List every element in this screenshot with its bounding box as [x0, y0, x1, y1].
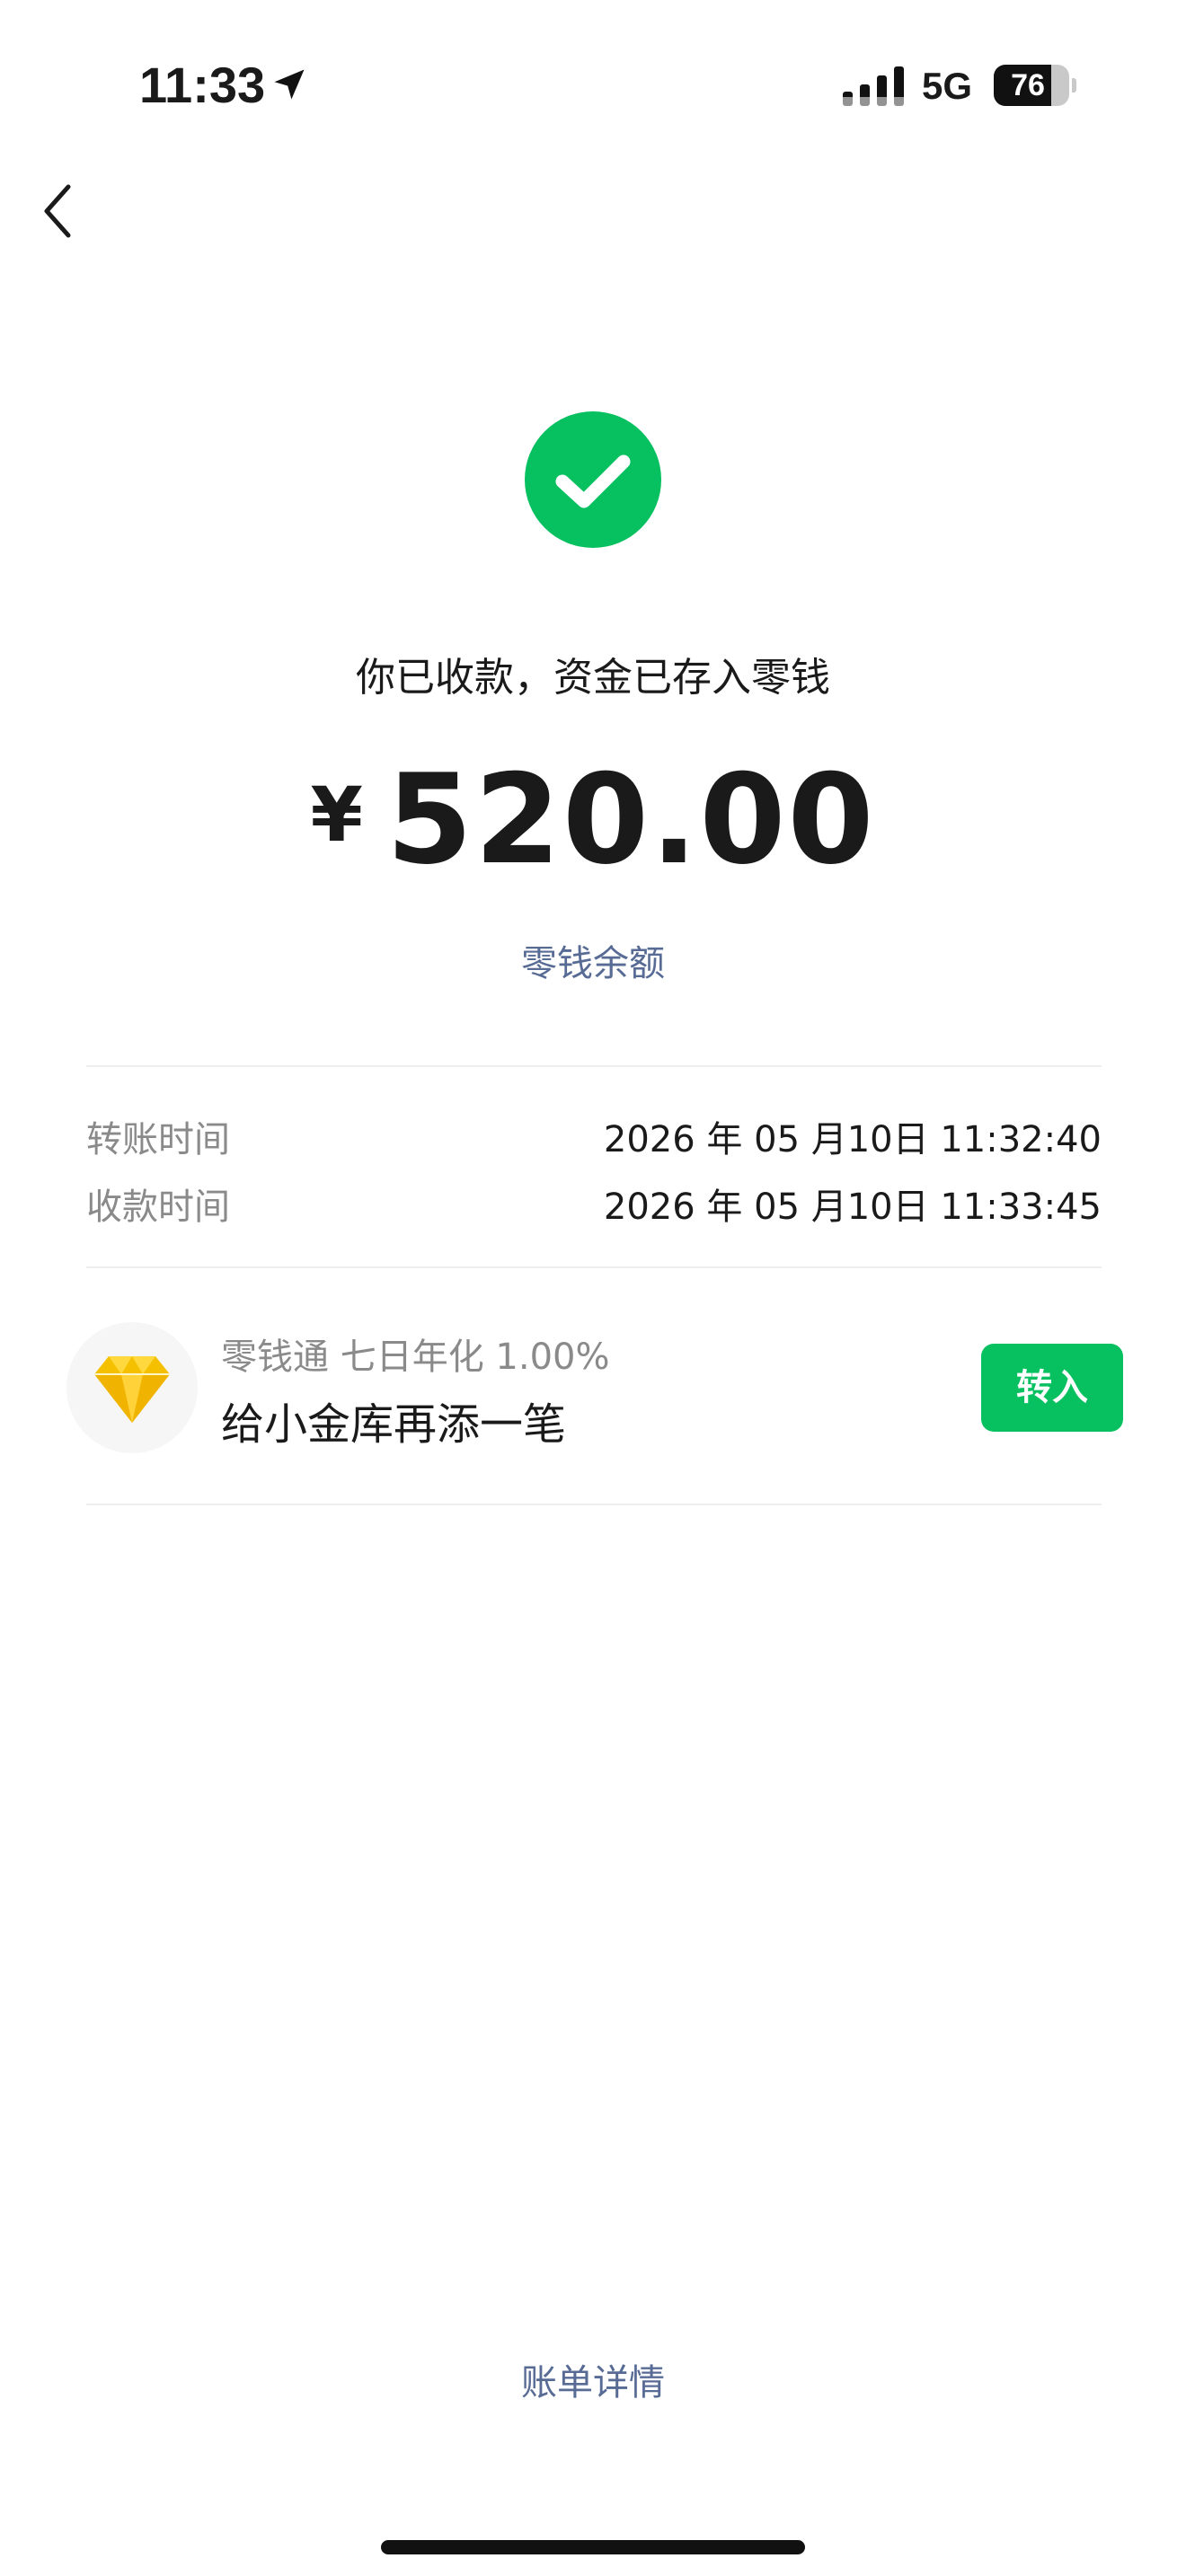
transfer-in-button[interactable]: 转入	[981, 1344, 1123, 1432]
diamond-icon	[94, 1356, 170, 1423]
cellular-signal-icon	[843, 66, 904, 106]
detail-value: 2026 年 05 月10日 11:33:45	[603, 1187, 1102, 1228]
promo-icon-badge	[66, 1322, 198, 1453]
location-arrow-icon	[274, 69, 305, 100]
promo-title: 给小金库再添一笔	[221, 1399, 567, 1450]
detail-row-transfer-time: 转账时间 2026 年 05 月10日 11:32:40	[86, 1110, 1102, 1164]
bill-details-link[interactable]: 账单详情	[0, 2353, 1186, 2405]
network-label: 5G	[922, 65, 973, 107]
home-indicator[interactable]	[381, 2540, 805, 2554]
receipt-headline: 你已收款，资金已存入零钱	[356, 655, 830, 701]
amount-display: ¥520.00	[0, 753, 1186, 887]
amount-value: 520.00	[385, 747, 876, 892]
battery-level: 76	[1011, 68, 1045, 102]
divider	[86, 1266, 1102, 1268]
divider	[86, 1504, 1102, 1505]
detail-value: 2026 年 05 月10日 11:32:40	[603, 1119, 1102, 1160]
status-time: 11:33	[139, 57, 266, 113]
back-button[interactable]	[34, 180, 88, 243]
battery-indicator: 76	[994, 65, 1076, 106]
receipt-screen: 11:33 5G 76 你已收款，资金已存入零钱 ¥520.00 零钱余额 转账…	[0, 0, 1186, 2576]
promo-subtitle: 零钱通 七日年化 1.00%	[221, 1337, 610, 1378]
chevron-left-icon	[44, 184, 71, 238]
divider	[86, 1065, 1102, 1067]
battery-cap	[1072, 78, 1076, 93]
balance-link[interactable]: 零钱余额	[0, 934, 1186, 986]
promo-card[interactable]: 零钱通 七日年化 1.00% 给小金库再添一笔 转入	[66, 1319, 1127, 1455]
check-circle-icon	[525, 411, 661, 548]
currency-symbol: ¥	[310, 771, 363, 859]
battery-body: 76	[994, 65, 1069, 106]
detail-row-receive-time: 收款时间 2026 年 05 月10日 11:33:45	[86, 1178, 1102, 1231]
detail-label: 转账时间	[86, 1119, 230, 1160]
detail-label: 收款时间	[86, 1187, 230, 1228]
